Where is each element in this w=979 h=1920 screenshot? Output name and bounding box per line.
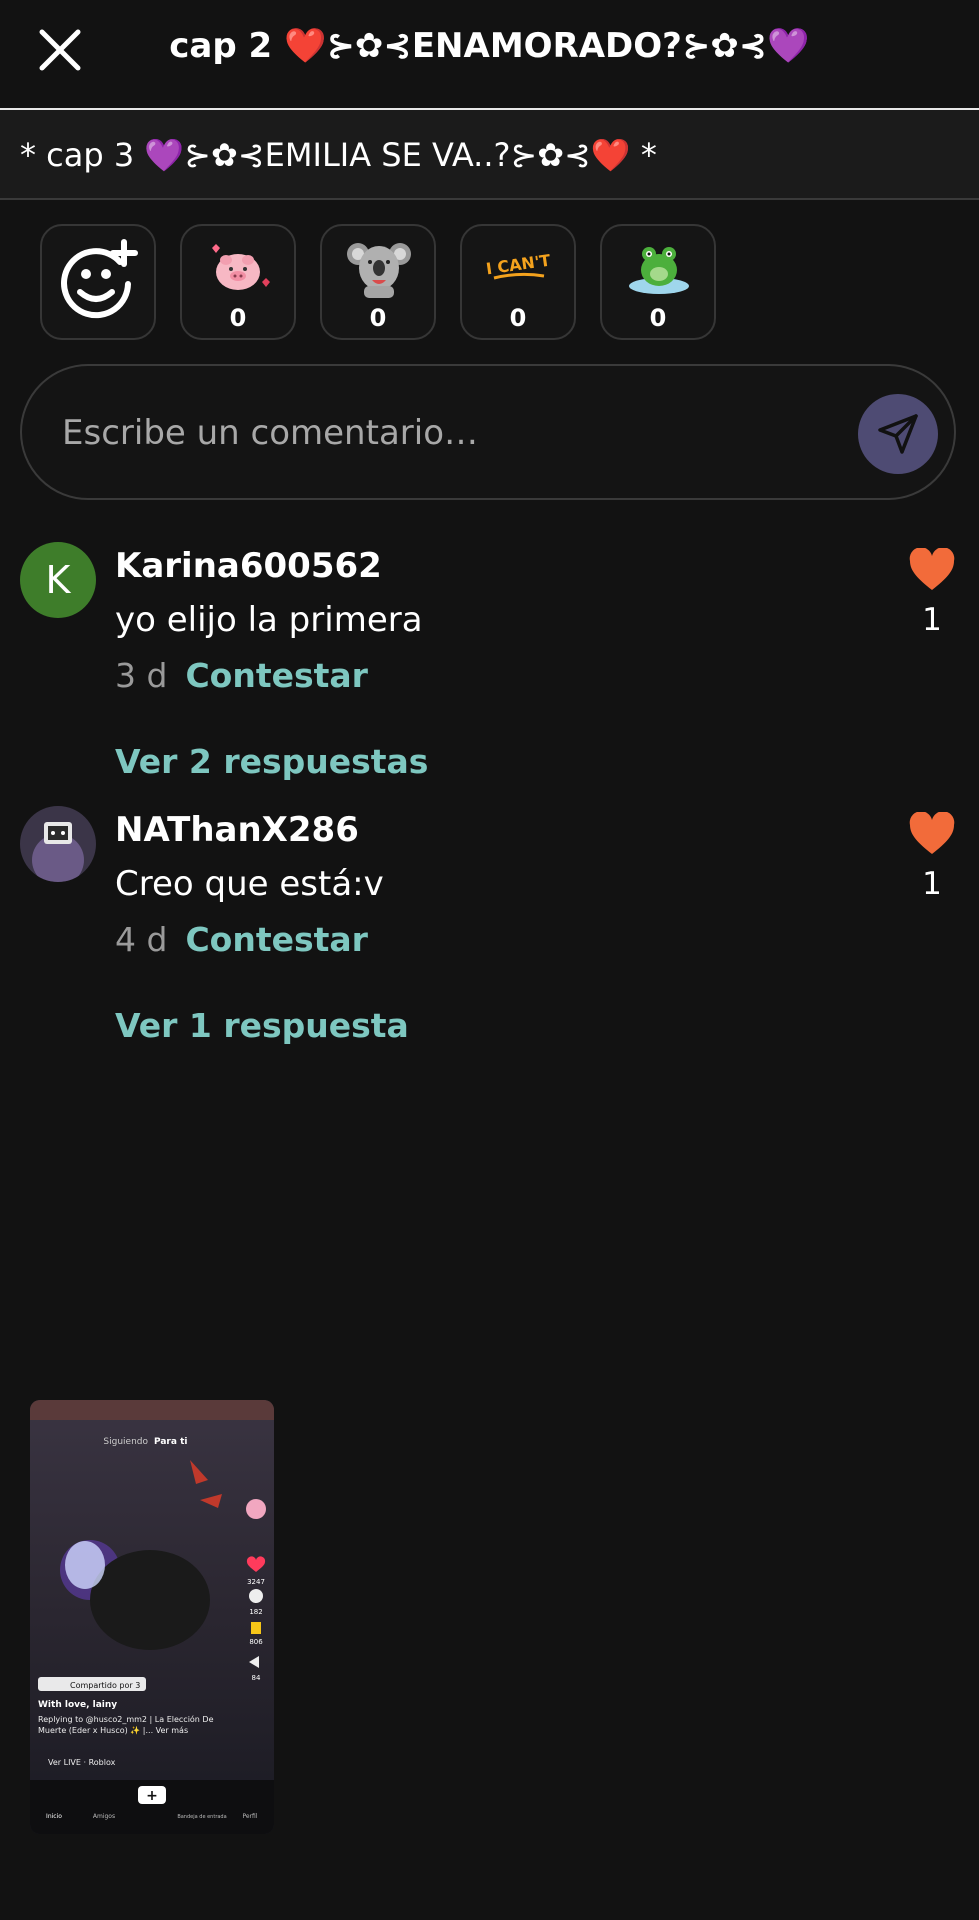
add-reaction-icon — [61, 239, 138, 319]
reaction-frog[interactable]: 0 — [600, 224, 716, 340]
svg-text:Bandeja de entrada: Bandeja de entrada — [177, 1814, 226, 1820]
next-chapter-link[interactable]: * cap 3 💜⊱✿⊰EMILIA SE VA..?⊱✿⊰❤️ * — [0, 110, 979, 200]
svg-text:3247: 3247 — [247, 1578, 265, 1586]
svg-text:Para ti: Para ti — [154, 1437, 187, 1447]
svg-text:84: 84 — [252, 1674, 261, 1682]
view-replies-link[interactable]: Ver 1 respuesta — [115, 1006, 409, 1045]
comment-username[interactable]: NAThanX286 — [115, 810, 359, 850]
svg-text:Ver LIVE · Roblox: Ver LIVE · Roblox — [48, 1758, 116, 1767]
reaction-i-cant[interactable]: I CAN'T 0 — [460, 224, 576, 340]
close-icon — [39, 29, 81, 71]
i-cant-sticker-icon: I CAN'T — [485, 251, 552, 280]
comment-meta: 4 d Contestar — [115, 920, 368, 959]
reaction-count: 0 — [229, 304, 247, 332]
comment-text: yo elijo la primera — [115, 600, 423, 640]
svg-text:182: 182 — [249, 1608, 262, 1616]
video-screenshot: Siguiendo Para ti 3247 182 806 84 Compar… — [30, 1400, 274, 1834]
svg-text:Inicio: Inicio — [46, 1813, 62, 1820]
comment-time: 4 d — [115, 920, 168, 959]
svg-text:Compartido por 3: Compartido por 3 — [70, 1681, 140, 1690]
reply-button[interactable]: Contestar — [185, 656, 368, 695]
like-count: 1 — [922, 866, 942, 902]
reaction-koala[interactable]: 0 — [320, 224, 436, 340]
comment-username[interactable]: Karina600562 — [115, 546, 382, 586]
svg-text:Perfil: Perfil — [242, 1813, 257, 1820]
comment-meta: 3 d Contestar — [115, 656, 368, 695]
reaction-count: 0 — [649, 304, 667, 332]
avatar-image — [20, 806, 96, 882]
like-count: 1 — [922, 602, 942, 638]
reaction-pig[interactable]: 0 — [180, 224, 296, 340]
comment-input[interactable] — [60, 402, 824, 464]
comment-time: 3 d — [115, 656, 168, 695]
reaction-count: 0 — [509, 304, 527, 332]
avatar[interactable] — [20, 806, 96, 882]
page-title: cap 2 ❤️⊱✿⊰ENAMORADO?⊱✿⊰💜 — [169, 26, 810, 66]
send-icon — [878, 414, 918, 454]
avatar[interactable]: K — [20, 542, 96, 618]
header: cap 2 ❤️⊱✿⊰ENAMORADO?⊱✿⊰💜 — [0, 0, 979, 110]
pig-sticker-icon — [212, 244, 270, 290]
koala-sticker-icon — [347, 243, 411, 298]
send-button[interactable] — [858, 394, 938, 474]
heart-icon — [909, 547, 955, 590]
svg-text:+: + — [146, 1788, 158, 1804]
reply-button[interactable]: Contestar — [185, 920, 368, 959]
svg-text:With love, lainy: With love, lainy — [38, 1700, 117, 1710]
frog-sticker-icon — [629, 247, 689, 294]
comment-text: Creo que está:v — [115, 864, 384, 904]
comment-composer — [20, 364, 956, 500]
svg-text:Siguiendo: Siguiendo — [103, 1437, 148, 1447]
svg-text:806: 806 — [249, 1638, 263, 1646]
close-button[interactable] — [36, 26, 84, 74]
reaction-count: 0 — [369, 304, 387, 332]
attached-image-thumbnail[interactable]: Siguiendo Para ti 3247 182 806 84 Compar… — [30, 1400, 274, 1834]
add-reaction-button[interactable] — [40, 224, 156, 340]
like-button[interactable]: 1 — [907, 811, 957, 902]
svg-text:Amigos: Amigos — [93, 1813, 115, 1820]
view-replies-link[interactable]: Ver 2 respuestas — [115, 742, 428, 781]
heart-icon — [909, 811, 955, 854]
like-button[interactable]: 1 — [907, 547, 957, 638]
